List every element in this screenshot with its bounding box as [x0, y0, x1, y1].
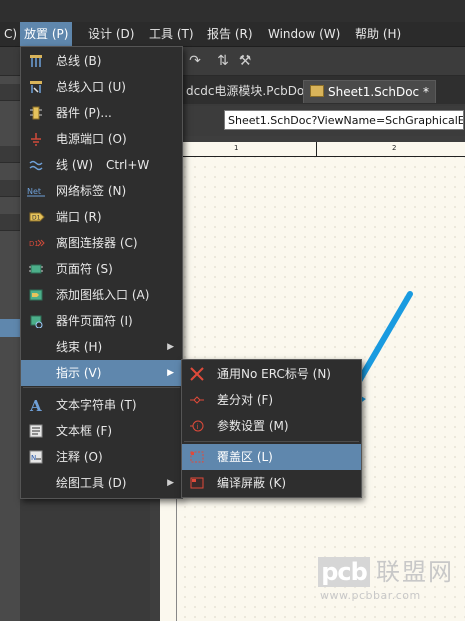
net-label-icon: Net — [27, 187, 45, 197]
menu-item-add-sheet-entry[interactable]: 添加图纸入口 (A) — [21, 282, 182, 308]
menu-item-note[interactable]: N 注释 (O) — [21, 444, 182, 470]
note-icon: N — [29, 450, 43, 464]
power-port-icon — [31, 133, 41, 146]
svg-text:i: i — [197, 423, 199, 431]
watermark-logo: pcb — [318, 557, 370, 587]
menu-item-text-frame[interactable]: 文本框 (F) — [21, 418, 182, 444]
no-erc-icon — [190, 367, 204, 381]
menu-item-power-port[interactable]: 电源端口 (O) — [21, 126, 182, 152]
sheet-border-top: 1 2 — [176, 142, 465, 157]
svg-text:N: N — [31, 454, 36, 462]
tab-sch-doc-label: Sheet1.SchDoc * — [328, 85, 429, 99]
menu-item-no-erc[interactable]: 通用No ERC标号 (N) — [182, 361, 361, 387]
hammer-icon[interactable]: ⚒ — [236, 52, 254, 70]
menu-item-harness[interactable]: 线束 (H) ▶ — [21, 334, 182, 360]
redo-icon[interactable]: ↷ — [186, 52, 204, 70]
place-menu: 总线 (B) 总线入口 (U) 器件 (P)... 电源端口 (O) 线 (W)… — [20, 46, 183, 499]
port-icon: D1 — [29, 212, 45, 222]
menu-project[interactable]: C) — [0, 22, 21, 46]
svg-text:D1: D1 — [32, 215, 41, 222]
submenu-arrow-icon: ▶ — [167, 478, 174, 488]
sheet-entry-icon — [29, 289, 43, 301]
menu-item-blanket[interactable]: 覆盖区 (L) — [182, 444, 361, 470]
device-sheet-symbol-icon — [30, 315, 43, 328]
menu-item-diff-pair[interactable]: 差分对 (F) — [182, 387, 361, 413]
off-sheet-connector-icon: D1 — [29, 239, 45, 248]
zone-mark-1: 1 — [234, 144, 239, 152]
menu-item-bus[interactable]: 总线 (B) — [21, 48, 182, 74]
menu-separator — [184, 441, 359, 442]
menu-item-sheet-symbol[interactable]: 页面符 (S) — [21, 256, 182, 282]
menu-bar: C) 放置 (P) 设计 (D) 工具 (T) 报告 (R) Window (W… — [0, 22, 465, 47]
address-input[interactable]: Sheet1.SchDoc?ViewName=SchGraphicalEdito… — [224, 110, 464, 130]
tab-sch-doc[interactable]: Sheet1.SchDoc * — [303, 80, 436, 103]
tab-pcb-doc[interactable]: dcdc电源模块.PcbDoc — [180, 80, 317, 102]
bus-icon — [30, 55, 42, 67]
menu-item-net-label[interactable]: Net 网络标签 (N) — [21, 178, 182, 204]
menu-item-drawing-tools[interactable]: 绘图工具 (D) ▶ — [21, 470, 182, 496]
menu-item-port[interactable]: D1 端口 (R) — [21, 204, 182, 230]
menu-item-part[interactable]: 器件 (P)... — [21, 100, 182, 126]
projects-panel — [0, 76, 20, 621]
bus-entry-icon — [30, 81, 42, 93]
menu-place[interactable]: 放置 (P) — [20, 22, 73, 46]
menu-item-compile-mask[interactable]: 编译屏蔽 (K) — [182, 470, 361, 496]
sheet-symbol-icon — [29, 264, 43, 274]
panel-selected-item[interactable] — [0, 319, 20, 337]
diff-pair-icon — [190, 396, 204, 404]
directives-submenu: 通用No ERC标号 (N) 差分对 (F) i 参数设置 (M) 覆盖区 (L… — [181, 359, 362, 498]
svg-text:Net: Net — [27, 187, 41, 196]
wire-shortcut: Ctrl+W — [106, 158, 150, 172]
schematic-doc-icon — [310, 85, 324, 97]
menu-item-directives[interactable]: 指示 (V) ▶ — [21, 360, 182, 386]
menu-item-text-string[interactable]: A 文本字符串 (T) — [21, 392, 182, 418]
zone-mark-2: 2 — [392, 144, 397, 152]
submenu-arrow-icon: ▶ — [167, 342, 174, 352]
cross-probe-icon[interactable]: ⇅ — [214, 52, 232, 70]
menu-tools[interactable]: 工具 (T) — [145, 22, 198, 46]
svg-text:A: A — [29, 398, 42, 412]
watermark-url: www.pcbbar.com — [320, 589, 421, 602]
menu-item-parameter-set[interactable]: i 参数设置 (M) — [182, 413, 361, 439]
menu-separator — [23, 387, 180, 388]
menu-design[interactable]: 设计 (D) — [84, 22, 138, 46]
menu-reports[interactable]: 报告 (R) — [203, 22, 257, 46]
menu-help[interactable]: 帮助 (H) — [351, 22, 405, 46]
menu-item-off-sheet-connector[interactable]: D1 离图连接器 (C) — [21, 230, 182, 256]
parameter-set-icon: i — [190, 420, 204, 432]
title-bar — [0, 0, 465, 22]
text-frame-icon — [29, 424, 43, 438]
menu-window[interactable]: Window (W) — [264, 22, 344, 46]
blanket-icon — [190, 451, 204, 463]
menu-item-device-sheet-symbol[interactable]: 器件页面符 (I) — [21, 308, 182, 334]
svg-text:D1: D1 — [29, 240, 39, 248]
menu-item-wire[interactable]: 线 (W) Ctrl+W — [21, 152, 182, 178]
wire-icon — [29, 160, 43, 171]
watermark: pcb 联盟网 www.pcbbar.com — [318, 555, 458, 605]
submenu-arrow-icon: ▶ — [167, 368, 174, 378]
watermark-name: 联盟网 — [376, 558, 454, 586]
text-string-icon: A — [29, 398, 42, 412]
part-icon — [30, 106, 42, 120]
compile-mask-icon — [190, 477, 204, 489]
menu-item-bus-entry[interactable]: 总线入口 (U) — [21, 74, 182, 100]
